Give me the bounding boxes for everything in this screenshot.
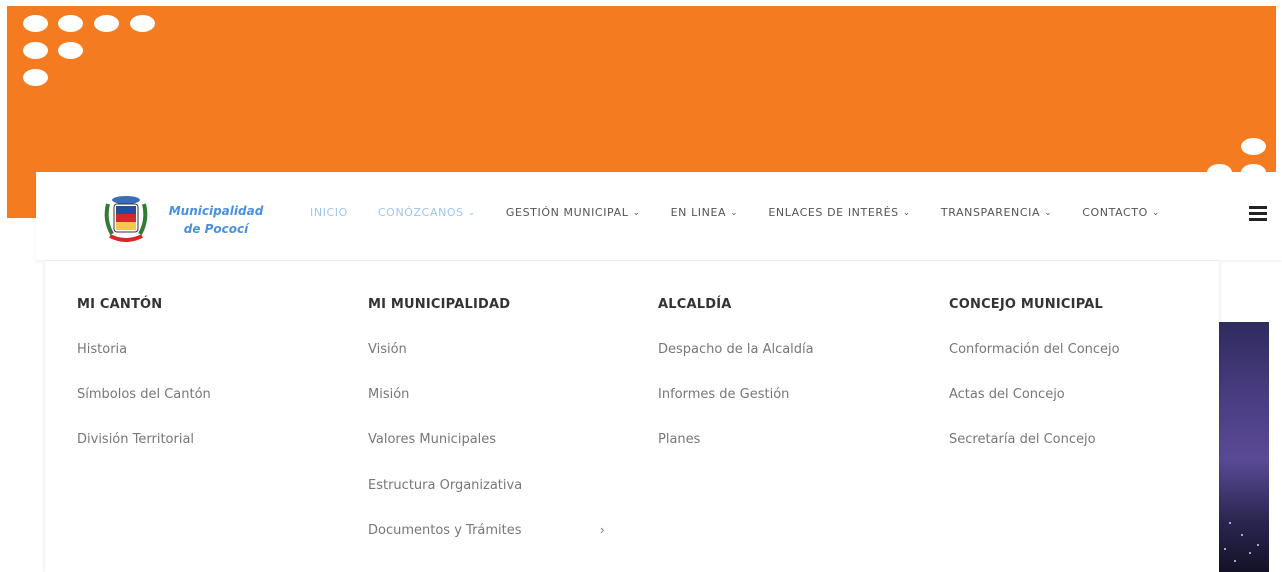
menu-link[interactable]: Conformación del Concejo	[949, 342, 1120, 357]
menu-link[interactable]: Misión	[368, 387, 409, 402]
nav-item-inicio[interactable]: INICIO	[310, 206, 348, 219]
nav-item-label: INICIO	[310, 206, 348, 219]
nav-item-label: EN LINEA	[670, 206, 727, 219]
column-heading: ALCALDÍA	[658, 297, 732, 312]
nav-item-gestion-municipal[interactable]: GESTIÓN MUNICIPAL ⌄	[506, 206, 641, 219]
nav-item-label: TRANSPARENCIA	[940, 206, 1041, 219]
nav-item-label: CONTACTO	[1082, 206, 1148, 219]
decorative-dot	[58, 42, 83, 59]
column-heading: MI CANTÓN	[77, 297, 163, 312]
menu-link[interactable]: Despacho de la Alcaldía	[658, 342, 814, 357]
chevron-down-icon: ⌄	[632, 207, 641, 218]
coat-of-arms-icon[interactable]	[98, 190, 154, 246]
chevron-down-icon: ⌄	[902, 207, 911, 218]
menu-link[interactable]: Informes de Gestión	[658, 387, 789, 402]
decorative-dot	[23, 15, 48, 32]
chevron-right-icon[interactable]: ›	[600, 522, 604, 537]
menu-link[interactable]: Planes	[658, 432, 700, 447]
hero-night-image	[1219, 322, 1269, 572]
nav-item-label: GESTIÓN MUNICIPAL	[505, 206, 629, 219]
menu-link[interactable]: Estructura Organizativa	[368, 478, 522, 493]
nav-item-label: CONÓZCANOS	[377, 206, 464, 219]
menu-link[interactable]: Secretaría del Concejo	[949, 432, 1096, 447]
decorative-dot	[23, 69, 48, 86]
decorative-dot	[1241, 138, 1266, 155]
chevron-down-icon: ⌄	[1044, 207, 1053, 218]
menu-link[interactable]: Actas del Concejo	[949, 387, 1065, 402]
menu-link[interactable]: Símbolos del Cantón	[77, 387, 211, 402]
menu-link[interactable]: División Territorial	[77, 432, 194, 447]
nav-menu: INICIO CONÓZCANOS ⌄ GESTIÓN MUNICIPAL ⌄ …	[310, 206, 1160, 219]
nav-item-conozcanos[interactable]: CONÓZCANOS ⌄	[378, 206, 476, 219]
nav-item-en-linea[interactable]: EN LINEA ⌄	[671, 206, 739, 219]
column-heading: MI MUNICIPALIDAD	[368, 297, 511, 312]
nav-item-transparencia[interactable]: TRANSPARENCIA ⌄	[941, 206, 1052, 219]
column-heading: CONCEJO MUNICIPAL	[949, 297, 1103, 312]
hamburger-icon[interactable]	[1249, 206, 1267, 222]
menu-link[interactable]: Historia	[77, 342, 127, 357]
decorative-dot	[58, 15, 83, 32]
nav-item-label: ENLACES DE INTERÉS	[768, 206, 899, 219]
logo-line-1: Municipalidad	[168, 204, 264, 218]
decorative-dot	[130, 15, 155, 32]
logo-line-2: de Pococí	[183, 222, 249, 236]
chevron-down-icon: ⌄	[1151, 207, 1161, 218]
decorative-dot	[23, 42, 48, 59]
chevron-down-icon: ⌄	[730, 207, 739, 218]
menu-link[interactable]: Valores Municipales	[368, 432, 496, 447]
mega-menu-conozcanos: MI CANTÓN Historia Símbolos del Cantón D…	[45, 261, 1219, 572]
nav-item-contacto[interactable]: CONTACTO ⌄	[1082, 206, 1160, 219]
chevron-down-icon: ⌄	[467, 207, 476, 218]
main-navbar: Municipalidad de Pococí INICIO CONÓZCANO…	[36, 172, 1282, 260]
menu-link[interactable]: Documentos y Trámites	[368, 523, 522, 538]
menu-link[interactable]: Visión	[368, 342, 407, 357]
decorative-dot	[94, 15, 119, 32]
nav-item-enlaces[interactable]: ENLACES DE INTERÉS ⌄	[768, 206, 911, 219]
site-logo-text[interactable]: Municipalidad de Pococí	[166, 202, 266, 238]
